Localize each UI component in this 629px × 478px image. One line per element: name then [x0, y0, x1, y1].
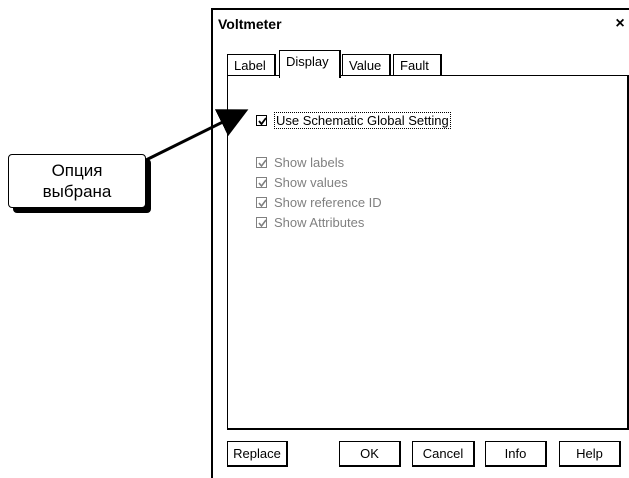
- tab-display[interactable]: Display: [279, 50, 341, 78]
